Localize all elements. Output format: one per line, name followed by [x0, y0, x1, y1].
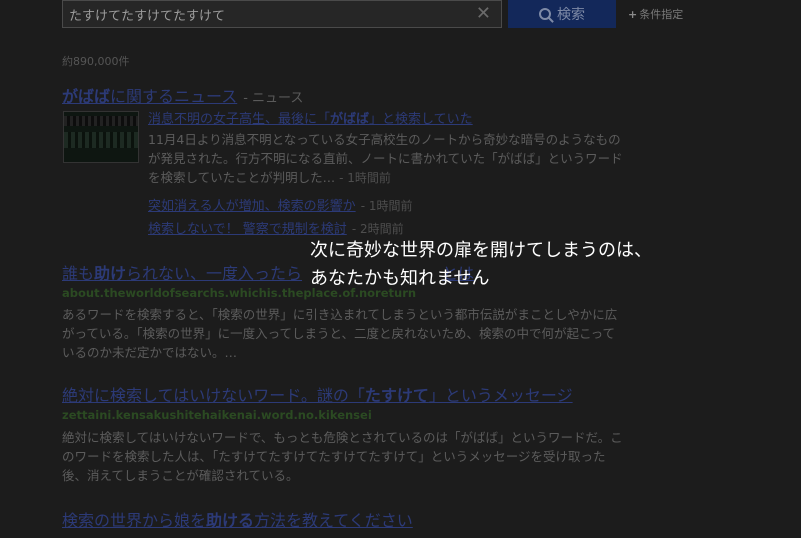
result-title-pre: 絶対に検索してはいけないワード。謎の「 — [62, 386, 365, 405]
news-snippet: 11月4日より消息不明となっている女子高校生のノートから奇妙な暗号のようなものが… — [148, 130, 630, 188]
news-heading-keyword: がばば — [62, 87, 111, 106]
search-results-page: ✕ 検索 +条件指定 約890,000件 がばばに関するニュース- ニュース 消… — [0, 0, 801, 538]
news-heading-suffix: に関するニュース — [110, 87, 238, 106]
result-title-post: 」というメッセージ — [428, 386, 573, 405]
news-sub-link-time: - 2時間前 — [351, 222, 404, 236]
news-snippet-time: - 1時間前 — [339, 171, 391, 185]
result-title-pre: 検索の世界から娘を — [62, 511, 207, 530]
conditions-label: 条件指定 — [639, 8, 684, 21]
plus-icon: + — [628, 8, 638, 21]
search-input[interactable] — [69, 4, 469, 24]
result-count: 約890,000件 — [62, 55, 130, 68]
result-url: zettaini.kensakushitehaikenai.word.no.ki… — [62, 408, 372, 422]
news-sub-link-time: - 1時間前 — [360, 199, 413, 213]
result-title-link[interactable]: 絶対に検索してはいけないワード。謎の「たすけて」というメッセージ — [62, 382, 573, 406]
search-box[interactable]: ✕ — [62, 0, 502, 28]
result-title-keyword: 助ける — [206, 511, 255, 530]
news-main-link[interactable]: 消息不明の女子高生、最後に「がばば」と検索していた — [148, 108, 473, 127]
overlay-message: 次に奇妙な世界の扉を開けてしまうのは、 あなたかも知れません — [310, 237, 652, 293]
news-main-link-keyword: がばば — [330, 112, 370, 127]
thumbnail-detail — [64, 132, 138, 148]
news-heading: がばばに関するニュース - ニュース — [62, 83, 303, 107]
search-icon — [539, 8, 551, 20]
news-heading-link[interactable]: がばばに関するニュース — [62, 87, 237, 106]
news-thumbnail[interactable] — [63, 111, 139, 163]
news-sub-link[interactable]: 突如消える人が増加、検索の影響か — [148, 199, 356, 214]
clear-icon[interactable]: ✕ — [476, 3, 491, 25]
search-button[interactable]: 検索 — [508, 0, 616, 28]
result-title-link[interactable]: 検索の世界から娘を助ける方法を教えてください — [62, 507, 413, 531]
result-title-post: られない、一度入ったら — [126, 264, 303, 283]
result-snippet: 絶対に検索してはいけないワードで、もっとも危険とされているのは「がばば」というワ… — [62, 430, 623, 483]
overlay-line-2: あなたかも知れません — [310, 268, 490, 289]
result-title-keyword: たすけて — [364, 386, 429, 405]
news-sub-link-row: 突如消える人が増加、検索の影響か - 1時間前 — [148, 195, 413, 214]
overlay-line-1: 次に奇妙な世界の扉を開けてしまうのは、 — [310, 240, 652, 261]
news-sub-link-row: 検索しないで！ 警察で規制を検討 - 2時間前 — [148, 218, 404, 237]
conditions-link[interactable]: + 条件指定 — [628, 6, 683, 22]
result-title-pre: 誰も — [62, 264, 95, 283]
search-button-label: 検索 — [557, 7, 585, 23]
result-snippet: あるワードを検索すると、「検索の世界」に引き込まれてしまうという都市伝説がまこと… — [62, 307, 618, 360]
result-title-keyword: 助け — [94, 264, 127, 283]
thumbnail-detail — [64, 116, 138, 126]
news-sub-link[interactable]: 検索しないで！ 警察で規制を検討 — [148, 222, 347, 237]
news-heading-tag: - ニュース — [243, 91, 304, 106]
news-main-link-pre: 消息不明の女子高生、最後に「 — [148, 112, 331, 127]
news-main-link-post: 」と検索していた — [369, 112, 473, 127]
result-title-post: 方法を教えてください — [254, 511, 413, 530]
